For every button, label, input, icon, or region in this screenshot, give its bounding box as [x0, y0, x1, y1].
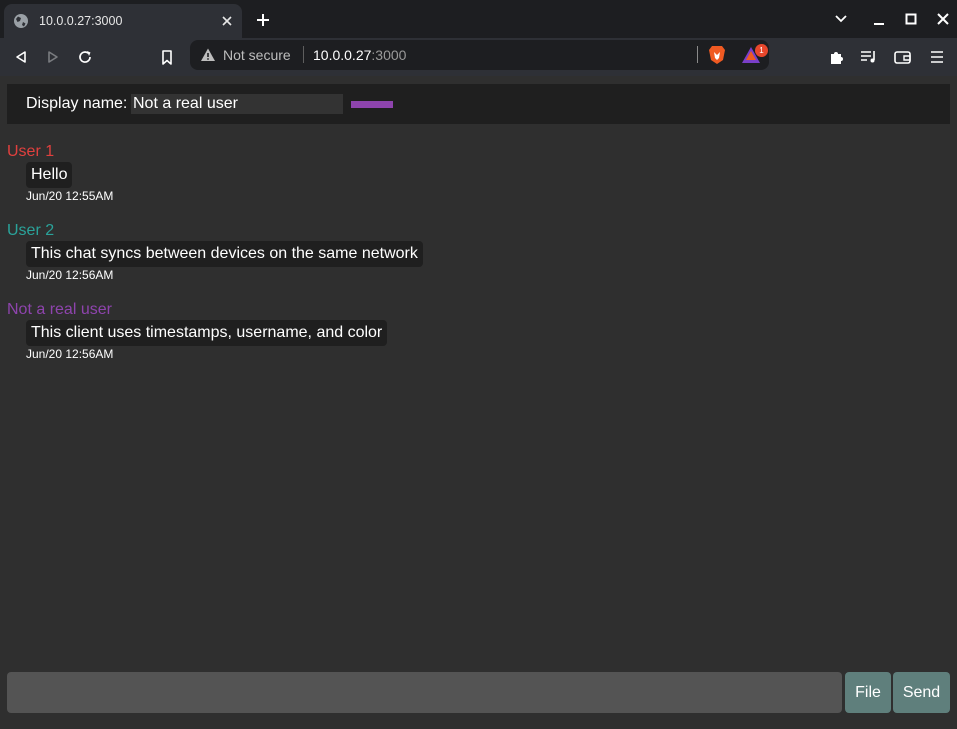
bookmark-icon[interactable] — [154, 44, 180, 70]
wallet-icon[interactable] — [890, 44, 916, 70]
address-divider-right — [697, 46, 698, 63]
close-tab-icon[interactable] — [216, 10, 238, 32]
display-name-input[interactable] — [131, 94, 343, 114]
maximize-icon[interactable] — [898, 6, 924, 32]
warning-icon[interactable] — [200, 47, 216, 63]
message-username: User 2 — [7, 222, 55, 239]
message-username: Not a real user — [7, 301, 112, 318]
message-timestamp: Jun/20 12:56AM — [26, 268, 114, 282]
url-port: :3000 — [371, 47, 407, 63]
back-icon[interactable] — [8, 44, 34, 70]
message-bubble: This chat syncs between devices on the s… — [26, 241, 423, 267]
message-timestamp: Jun/20 12:55AM — [26, 189, 114, 203]
security-label[interactable]: Not secure — [223, 47, 291, 63]
file-button[interactable]: File — [845, 672, 891, 713]
message-bubble: Hello — [26, 162, 73, 188]
message-username: User 1 — [7, 143, 55, 160]
tab-strip: 10.0.0.27:3000 — [0, 0, 957, 38]
new-tab-button[interactable] — [252, 9, 274, 31]
tab-title: 10.0.0.27:3000 — [39, 14, 123, 28]
browser-tab[interactable]: 10.0.0.27:3000 — [4, 4, 242, 38]
tab-search-icon[interactable] — [828, 6, 854, 32]
display-name-label: Display name: — [26, 95, 128, 112]
message-timestamp: Jun/20 12:56AM — [26, 347, 114, 361]
send-button[interactable]: Send — [893, 672, 950, 713]
address-divider — [303, 46, 304, 63]
reload-icon[interactable] — [72, 44, 98, 70]
rewards-badge: 1 — [755, 44, 768, 57]
minimize-icon[interactable] — [866, 6, 892, 32]
user-color-picker[interactable] — [351, 101, 393, 108]
globe-icon — [14, 14, 28, 28]
message-input[interactable] — [7, 672, 842, 713]
extensions-icon[interactable] — [824, 44, 850, 70]
brave-shields-icon[interactable] — [708, 45, 726, 65]
playlist-icon[interactable] — [856, 44, 882, 70]
url-host: 10.0.0.27 — [313, 47, 372, 63]
forward-icon[interactable] — [40, 44, 66, 70]
menu-icon[interactable] — [924, 44, 950, 70]
address-url[interactable]: 10.0.0.27:3000 — [313, 47, 406, 63]
message-bubble: This client uses timestamps, username, a… — [26, 320, 388, 346]
close-window-icon[interactable] — [930, 6, 956, 32]
